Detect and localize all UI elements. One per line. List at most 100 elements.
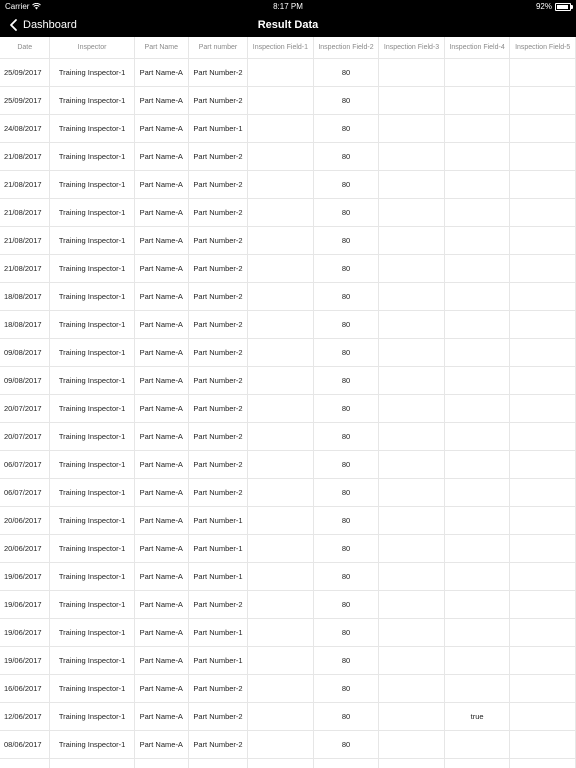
table-cell: 06/07/2017 [0, 478, 51, 507]
table-row[interactable]: 08/06/2017 Training Inspector-1 Part Name-… [0, 730, 576, 759]
table-cell: Part Name-A [134, 534, 189, 563]
table-row[interactable]: 20/07/2017 Training Inspector-1 Part Name-… [0, 422, 576, 451]
table-cell [247, 198, 314, 227]
table-cell: Part Number-1 [188, 534, 249, 563]
table-cell: Training Inspector-1 [49, 86, 135, 115]
table-row[interactable]: 24/08/2017 Training Inspector-1 Part Name-… [0, 114, 576, 143]
table-row[interactable]: 09/08/2017 Training Inspector-1 Part Name-… [0, 366, 576, 395]
column-header[interactable]: Inspection Field-1 [247, 37, 314, 59]
column-header[interactable]: Part Name [134, 37, 189, 59]
table-cell: Training Inspector-1 [49, 142, 135, 171]
table-cell: 24/08/2017 [0, 114, 51, 143]
column-header[interactable]: Inspection Field-3 [378, 37, 445, 59]
header-row: Date Inspector Part Name Part number Inspect… [0, 37, 576, 59]
table-cell: 25/09/2017 [0, 58, 51, 87]
table-cell: 80 [313, 86, 380, 115]
table-row[interactable]: 06/07/2017 Training Inspector-1 Part Name-… [0, 450, 576, 479]
table-cell: 12/06/2017 [0, 702, 51, 731]
table-cell: 09/08/2017 [0, 366, 51, 395]
table-row[interactable]: 25/09/2017 Training Inspector-1 Part Name-… [0, 86, 576, 115]
column-header[interactable]: Inspector [49, 37, 135, 59]
table-cell: 80 [313, 534, 380, 563]
table-row[interactable]: 12/06/2017 Training Inspector-1 Part Name-… [0, 702, 576, 731]
table-cell [378, 254, 445, 283]
table-cell: Part Name-A [134, 646, 189, 675]
table-cell: 80 [313, 674, 380, 703]
column-header[interactable]: Part number [188, 37, 249, 59]
table-cell [509, 730, 576, 759]
table-cell: 21/08/2017 [0, 226, 51, 255]
table-cell: 80 [313, 226, 380, 255]
column-header[interactable]: Date [0, 37, 51, 59]
table-cell: Part Name-A [134, 506, 189, 535]
result-table: Date Inspector Part Name Part number Inspect… [0, 37, 576, 768]
table-cell [378, 142, 445, 171]
table-cell: 80 [313, 562, 380, 591]
table-cell [247, 618, 314, 647]
table-cell [378, 394, 445, 423]
table-cell: Part Number-2 [188, 58, 249, 87]
table-cell [509, 562, 576, 591]
back-button[interactable]: Dashboard [0, 18, 77, 32]
table-row[interactable] [0, 758, 576, 768]
table-cell: 09/08/2017 [0, 338, 51, 367]
table-row[interactable]: 19/06/2017 Training Inspector-1 Part Name-… [0, 590, 576, 619]
table-cell: 21/08/2017 [0, 198, 51, 227]
table-cell: 19/06/2017 [0, 646, 51, 675]
table-row[interactable]: 21/08/2017 Training Inspector-1 Part Name-… [0, 142, 576, 171]
table-row[interactable]: 09/08/2017 Training Inspector-1 Part Name-… [0, 338, 576, 367]
table-row[interactable]: 21/08/2017 Training Inspector-1 Part Name-… [0, 198, 576, 227]
table-cell: Training Inspector-1 [49, 310, 135, 339]
table-cell [247, 422, 314, 451]
table-row[interactable]: 20/07/2017 Training Inspector-1 Part Name-… [0, 394, 576, 423]
table-cell [444, 450, 511, 479]
table-row[interactable]: 16/06/2017 Training Inspector-1 Part Name-… [0, 674, 576, 703]
table-row[interactable]: 21/08/2017 Training Inspector-1 Part Name-… [0, 254, 576, 283]
table-cell [378, 366, 445, 395]
table-cell: Part Number-2 [188, 730, 249, 759]
table-row[interactable]: 25/09/2017 Training Inspector-1 Part Name-… [0, 58, 576, 87]
battery-fill [557, 4, 568, 9]
table-cell: Part Number-2 [188, 142, 249, 171]
table-cell: Part Name-A [134, 674, 189, 703]
table-cell: Part Name-A [134, 114, 189, 143]
table-cell: 20/07/2017 [0, 394, 51, 423]
table-cell: Part Name-A [134, 86, 189, 115]
table-cell [509, 282, 576, 311]
table-row[interactable]: 18/08/2017 Training Inspector-1 Part Name-… [0, 282, 576, 311]
table-row[interactable]: 20/06/2017 Training Inspector-1 Part Name-… [0, 506, 576, 535]
table-cell: Part Name-A [134, 394, 189, 423]
table-row[interactable]: 19/06/2017 Training Inspector-1 Part Name-… [0, 618, 576, 647]
column-header[interactable]: Inspection Field-2 [313, 37, 380, 59]
table-row[interactable]: 21/08/2017 Training Inspector-1 Part Name-… [0, 226, 576, 255]
table-cell [247, 142, 314, 171]
table-cell [444, 58, 511, 87]
table-body: 25/09/2017 Training Inspector-1 Part Name-… [0, 58, 576, 768]
table-cell: Training Inspector-1 [49, 198, 135, 227]
column-header[interactable]: Inspection Field-4 [444, 37, 511, 59]
table-cell: Training Inspector-1 [49, 450, 135, 479]
table-row[interactable]: 19/06/2017 Training Inspector-1 Part Name-… [0, 646, 576, 675]
table-row[interactable]: 20/06/2017 Training Inspector-1 Part Name-… [0, 534, 576, 563]
table-cell [247, 450, 314, 479]
table-row[interactable]: 06/07/2017 Training Inspector-1 Part Name-… [0, 478, 576, 507]
table-cell [247, 506, 314, 535]
table-row[interactable]: 21/08/2017 Training Inspector-1 Part Name-… [0, 170, 576, 199]
table-cell: Part Number-2 [188, 422, 249, 451]
result-table-container[interactable]: Date Inspector Part Name Part number Inspect… [0, 37, 576, 768]
table-cell [509, 702, 576, 731]
table-cell: Part Number-1 [188, 618, 249, 647]
table-cell: Training Inspector-1 [49, 534, 135, 563]
table-cell [444, 114, 511, 143]
table-cell [247, 730, 314, 759]
table-cell [247, 338, 314, 367]
table-cell: Training Inspector-1 [49, 422, 135, 451]
column-header[interactable]: Inspection Field-5 [509, 37, 576, 59]
table-cell [444, 338, 511, 367]
table-cell [509, 422, 576, 451]
table-row[interactable]: 19/06/2017 Training Inspector-1 Part Name-… [0, 562, 576, 591]
table-cell: Part Name-A [134, 366, 189, 395]
table-cell: Part Number-1 [188, 562, 249, 591]
table-row[interactable]: 18/08/2017 Training Inspector-1 Part Name-… [0, 310, 576, 339]
table-cell: Training Inspector-1 [49, 114, 135, 143]
